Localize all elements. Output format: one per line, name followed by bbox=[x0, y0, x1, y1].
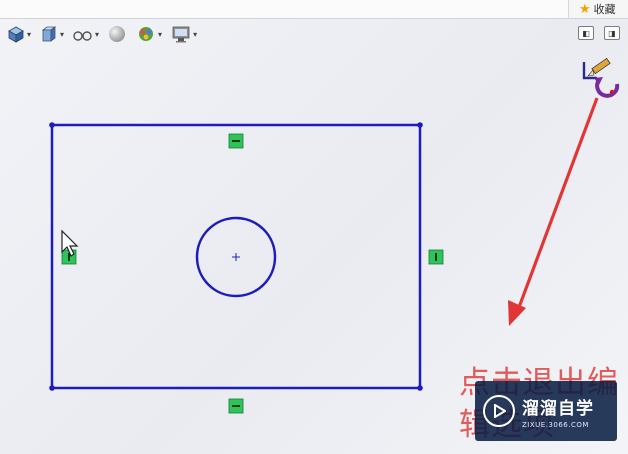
play-logo-icon bbox=[483, 395, 515, 427]
play-icon bbox=[494, 404, 506, 418]
rectangle-corner-point[interactable] bbox=[417, 122, 423, 128]
horizontal-relation-icon[interactable] bbox=[228, 398, 244, 414]
red-pointer-arrow bbox=[513, 97, 599, 319]
red-pointer-arrowhead bbox=[508, 300, 526, 326]
rectangle-corner-point[interactable] bbox=[49, 385, 55, 391]
rectangle-corner-point[interactable] bbox=[417, 385, 423, 391]
watermark-url: ZIXUE.3066.COM bbox=[522, 420, 589, 429]
rectangle-corner-point[interactable] bbox=[49, 122, 55, 128]
circle-center-point[interactable] bbox=[232, 253, 240, 261]
watermark-badge: 溜溜自学 ZIXUE.3066.COM bbox=[475, 381, 617, 441]
watermark-title: 溜溜自学 bbox=[522, 398, 594, 419]
horizontal-relation-icon[interactable] bbox=[228, 133, 244, 149]
vertical-relation-icon[interactable] bbox=[428, 249, 444, 265]
